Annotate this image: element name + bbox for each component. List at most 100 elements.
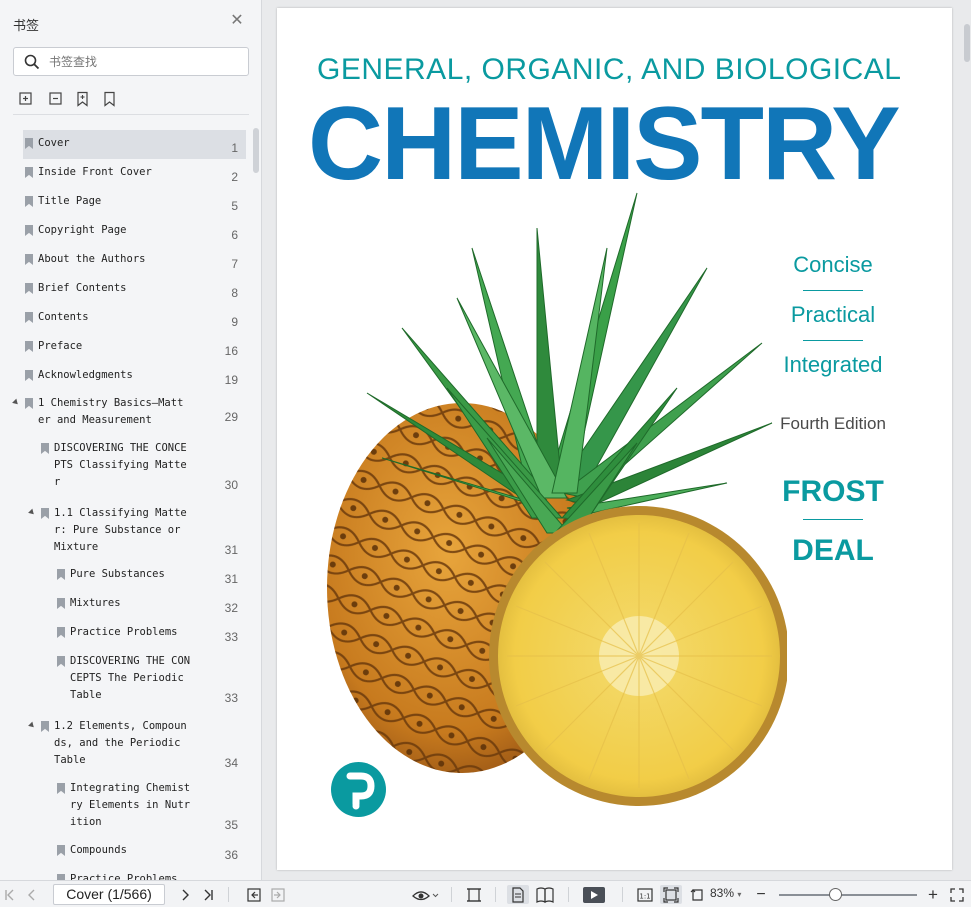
bookmark-icon [41, 443, 49, 454]
divider [803, 290, 863, 291]
bottom-toolbar: Cover (1/566) 1:1 83% ▾ − + [0, 880, 971, 907]
bookmark-page-number: 33 [224, 691, 238, 705]
expand-toggle-icon[interactable] [28, 508, 36, 517]
svg-text:1:1: 1:1 [639, 892, 650, 900]
bookmark-icon[interactable] [102, 91, 118, 107]
bookmark-panel: 书签 ✕ Cover 1 Inside Front Cover 2 Title Page… [0, 0, 262, 880]
back-icon[interactable] [246, 885, 262, 904]
collapse-all-icon[interactable] [48, 91, 64, 107]
bookmark-label: Title Page [38, 195, 102, 207]
bookmark-label: 1.1 Classifying Matte r: Pure Substance … [54, 507, 187, 553]
bookmark-label: 1.2 Elements, Compoun ds, and the Period… [54, 720, 187, 766]
rotate-icon[interactable] [688, 885, 708, 904]
zoom-slider-track[interactable] [779, 894, 917, 896]
bookmark-icon [25, 398, 33, 409]
zoom-level[interactable]: 83% ▾ [710, 886, 741, 900]
bookmark-scrollbar[interactable] [253, 128, 259, 173]
bookmark-tree: Cover 1 Inside Front Cover 2 Title Page 5 Copy… [0, 120, 262, 880]
search-icon [24, 54, 40, 70]
bookmark-label: Practice Problems [70, 626, 178, 638]
expand-all-icon[interactable] [18, 91, 34, 107]
pearson-logo [331, 762, 386, 817]
add-bookmark-icon[interactable] [75, 91, 91, 107]
cover-tagline-1: Concise [793, 252, 873, 277]
cover-tagline-3: Integrated [783, 352, 883, 377]
zoom-in-icon[interactable]: + [926, 885, 940, 904]
bookmark-icon [57, 627, 65, 638]
bookmark-label: Mixtures [70, 597, 121, 609]
single-page-icon[interactable] [507, 885, 529, 904]
first-page-icon[interactable] [3, 885, 17, 904]
bookmark-icon [25, 254, 33, 265]
eye-protection-icon[interactable] [410, 885, 440, 904]
cover-subtitle: GENERAL, ORGANIC, AND BIOLOGICAL [317, 53, 902, 86]
bookmark-label: Brief Contents [38, 282, 127, 294]
bookmark-label: Cover [38, 137, 70, 149]
divider [622, 887, 623, 902]
cover-author-1: FROST [782, 475, 884, 508]
forward-icon[interactable] [270, 885, 286, 904]
bookmark-page-number: 29 [224, 410, 238, 424]
divider [495, 887, 496, 902]
bookmark-label: Integrating Chemist ry Elements in Nutr … [70, 782, 191, 828]
bookmark-label: Preface [38, 340, 83, 352]
play-icon[interactable] [582, 885, 606, 904]
bookmark-icon [25, 196, 33, 207]
bookmark-label: Acknowledgments [38, 369, 133, 381]
expand-toggle-icon[interactable] [12, 398, 20, 407]
bookmark-page-number: 6 [231, 228, 238, 242]
bookmark-label: About the Authors [38, 253, 146, 265]
bookmark-icon [25, 341, 33, 352]
fit-page-icon[interactable] [660, 885, 682, 904]
fit-width-icon[interactable] [465, 885, 483, 904]
previous-page-icon[interactable] [25, 885, 39, 904]
bookmark-page-number: 9 [231, 315, 238, 329]
bookmark-page-number: 5 [231, 199, 238, 213]
bookmark-icon [57, 598, 65, 609]
bookmark-page-number: 33 [224, 630, 238, 644]
divider [803, 340, 863, 341]
divider [568, 887, 569, 902]
fullscreen-icon[interactable] [948, 885, 966, 904]
bookmark-icon [41, 508, 49, 519]
actual-size-icon[interactable]: 1:1 [636, 885, 654, 904]
cover-author-2: DEAL [792, 534, 874, 567]
cover-tagline-2: Practical [790, 302, 876, 327]
document-view: GENERAL, ORGANIC, AND BIOLOGICAL CHEMIST… [263, 0, 971, 880]
bookmark-label: Compounds [70, 844, 127, 856]
bookmark-page-number: 1 [231, 141, 238, 155]
bookmark-page-number: 31 [224, 543, 238, 557]
bookmark-icon [25, 312, 33, 323]
bookmark-page-number: 32 [224, 601, 238, 615]
chevron-down-icon: ▾ [737, 890, 742, 899]
bookmark-page-number: 7 [231, 257, 238, 271]
divider [228, 887, 229, 902]
expand-toggle-icon[interactable] [28, 721, 36, 730]
bookmark-icon [25, 283, 33, 294]
zoom-slider-handle[interactable] [829, 888, 842, 901]
bookmark-search-input[interactable] [49, 52, 239, 72]
zoom-out-icon[interactable]: − [754, 885, 768, 904]
close-icon[interactable]: ✕ [228, 12, 246, 30]
cover-title: CHEMISTRY [308, 86, 901, 202]
bookmark-icon [57, 569, 65, 580]
bookmark-search-box[interactable] [13, 47, 249, 76]
bookmark-icon [25, 370, 33, 381]
cover-edition: Fourth Edition [780, 414, 886, 433]
bookmark-icon [57, 656, 65, 667]
next-page-icon[interactable] [178, 885, 192, 904]
last-page-icon[interactable] [201, 885, 215, 904]
document-scrollbar[interactable] [963, 0, 971, 880]
bookmark-icon [41, 721, 49, 732]
divider [13, 114, 249, 115]
bookmark-label: Contents [38, 311, 89, 323]
divider [451, 887, 452, 902]
page-number-field[interactable]: Cover (1/566) [53, 884, 165, 905]
bookmark-page-number: 8 [231, 286, 238, 300]
bookmark-label: Practice Problems [70, 873, 178, 880]
two-page-icon[interactable] [534, 885, 556, 904]
bookmark-label: Inside Front Cover [38, 166, 152, 178]
bookmark-label: 1 Chemistry Basics—Matt er and Measureme… [38, 397, 184, 426]
bookmark-page-number: 19 [224, 373, 238, 387]
bookmark-label: DISCOVERING THE CONCE PTS Classifying Ma… [54, 442, 187, 488]
